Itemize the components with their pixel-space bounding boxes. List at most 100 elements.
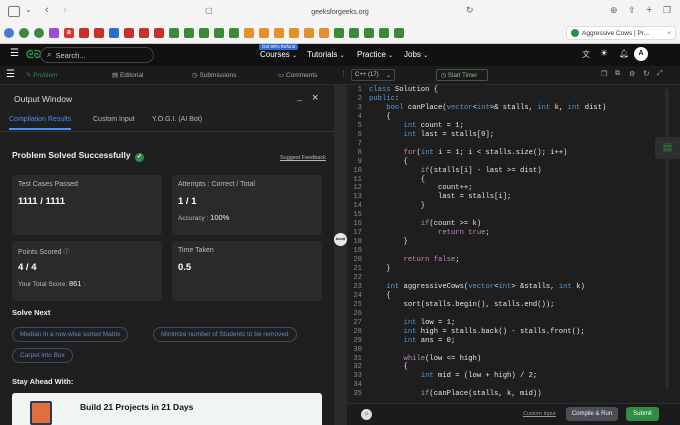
tab-favicon[interactable] — [154, 28, 164, 38]
tab-favicon[interactable] — [364, 28, 374, 38]
tab-favicon[interactable] — [199, 28, 209, 38]
tab-compilation-results[interactable]: Compilation Results — [9, 116, 72, 130]
tab-favicon[interactable] — [289, 28, 299, 38]
tab-overview-icon[interactable]: ❐ — [663, 5, 671, 16]
search-input[interactable]: Search... — [55, 51, 85, 60]
line-number: 17 — [353, 229, 362, 238]
tab-favicon[interactable] — [184, 28, 194, 38]
tab-favicon[interactable] — [229, 28, 239, 38]
editor-scrollbar[interactable] — [665, 89, 669, 389]
tab-favicon[interactable] — [79, 28, 89, 38]
expand-icon[interactable]: ⧉ — [615, 70, 620, 78]
line-number: 22 — [353, 273, 362, 282]
bell-icon[interactable]: 🔔︎ — [619, 49, 629, 58]
line-number: 26 — [353, 309, 362, 318]
minimize-icon[interactable]: _ — [297, 91, 302, 101]
suggest-feedback-link[interactable]: Suggest Feedback — [280, 155, 326, 161]
fullscreen-icon[interactable]: ⤢ — [657, 70, 663, 78]
code-editor[interactable]: 1 class Solution {2 public: 3 bool canPlace… — [347, 85, 680, 425]
start-timer-button[interactable]: ◷ Start Timer — [436, 69, 488, 81]
code-text: { — [369, 112, 391, 121]
tab-favicon[interactable] — [169, 28, 179, 38]
tab-favicon[interactable] — [274, 28, 284, 38]
code-area[interactable]: 1 class Solution {2 public: 3 bool canPlace… — [350, 86, 660, 404]
avatar[interactable]: A — [634, 47, 648, 61]
tab-favicon[interactable] — [109, 28, 119, 38]
nav-tutorials[interactable]: Tutorials ⌄ — [307, 50, 345, 59]
total-score-row: Your Total Score: 861 ↑ — [18, 279, 87, 288]
translate-icon[interactable]: 文 — [582, 49, 590, 60]
tab-favicon[interactable] — [379, 28, 389, 38]
download-icon[interactable]: ⊕ — [610, 5, 618, 16]
tab-favicon[interactable] — [304, 28, 314, 38]
reset-icon[interactable]: ↻ — [643, 69, 650, 78]
code-keyword: int — [420, 148, 434, 157]
pane-splitter[interactable]: ⟺ — [334, 85, 347, 425]
search-box[interactable]: ⌕ Search... — [40, 47, 154, 63]
code-keyword: int — [403, 336, 417, 345]
solve-next-item[interactable]: Minimize number of Students to be remove… — [153, 327, 297, 342]
tab-favicon[interactable] — [394, 28, 404, 38]
tab-favicon[interactable] — [94, 28, 104, 38]
tab-submissions[interactable]: ◷ Submissions — [192, 71, 236, 79]
code-text: while(low <= high) — [403, 354, 482, 363]
share-icon[interactable]: ⇪ — [628, 5, 636, 16]
tab-yogi[interactable]: Y.O.G.I. (AI Bot) — [152, 116, 202, 123]
tab-problem[interactable]: ✎ Problem — [26, 71, 57, 79]
code-keyword: vector — [468, 282, 495, 291]
sidebar-toggle-icon[interactable] — [8, 6, 20, 17]
hamburger-menu-icon[interactable]: ☰ — [10, 48, 19, 59]
custom-input-link[interactable]: Custom Input — [523, 411, 556, 417]
reload-icon[interactable]: ↻ — [466, 5, 474, 16]
tab-yogi-label: Y.O.G.I. (AI Bot) — [152, 116, 203, 123]
chat-icon[interactable]: ▤ — [655, 137, 680, 159]
language-select[interactable]: C++ (17) ⌄ — [351, 69, 395, 81]
active-tab[interactable]: Aggressive Cows | Pr... × — [566, 26, 676, 40]
tab-favicon[interactable] — [34, 28, 44, 38]
submit-button[interactable]: Submit — [626, 407, 659, 421]
chevron-down-icon: ⌄ — [423, 53, 429, 59]
tab-favicon[interactable]: a — [64, 28, 74, 38]
chevron-down-icon[interactable]: ⌄ — [25, 5, 32, 14]
new-tab-icon[interactable]: + — [646, 4, 652, 16]
back-icon[interactable]: ‹ — [45, 4, 49, 16]
nav-jobs[interactable]: Jobs ⌄ — [404, 50, 428, 59]
tab-favicon[interactable] — [4, 28, 14, 38]
resize-handle-icon[interactable]: ⟺ — [334, 233, 347, 246]
promo-banner[interactable]: Build 21 Projects in 21 Days — [12, 393, 322, 425]
code-keyword: int — [537, 103, 551, 112]
settings-icon[interactable]: ⚙ — [629, 70, 635, 78]
tab-favicon[interactable] — [139, 28, 149, 38]
tab-favicon[interactable] — [214, 28, 224, 38]
tab-custom-input[interactable]: Custom Input — [93, 116, 135, 123]
nav-courses-label: Courses — [260, 50, 290, 59]
theme-toggle-icon[interactable]: ☀ — [600, 48, 608, 59]
tab-favicon[interactable] — [19, 28, 29, 38]
tab-favicon[interactable] — [244, 28, 254, 38]
solve-next-item[interactable]: Median in a row-wise sorted Matrix — [12, 327, 129, 342]
forward-icon[interactable]: › — [63, 4, 67, 16]
bulb-icon[interactable]: ☼ — [361, 409, 372, 420]
tab-favicon[interactable] — [349, 28, 359, 38]
arrow-up-icon: ↑ — [83, 281, 87, 288]
solve-next-item[interactable]: Carpet into Box — [12, 348, 73, 363]
tab-favicon[interactable] — [124, 28, 134, 38]
code-text: int aggressiveCows(vector<int> &stalls, … — [386, 282, 585, 291]
test-cases-label: Test Cases Passed — [18, 181, 78, 188]
compile-run-button[interactable]: Compile & Run — [566, 407, 618, 421]
info-icon[interactable]: ⓘ — [64, 250, 70, 256]
tab-favicon[interactable] — [334, 28, 344, 38]
tab-comments[interactable]: ▭ Comments — [278, 71, 317, 79]
nav-courses[interactable]: Courses ⌄ — [260, 50, 297, 59]
menu-icon[interactable]: ☰ — [6, 69, 15, 80]
copy-icon[interactable]: ❐ — [601, 70, 607, 78]
time-label: Time Taken — [178, 247, 214, 254]
tab-favicon[interactable] — [49, 28, 59, 38]
address-bar[interactable]: geeksforgeeks.org — [200, 4, 480, 20]
close-tab-icon[interactable]: × — [667, 30, 671, 37]
tab-favicon[interactable] — [259, 28, 269, 38]
tab-favicon[interactable] — [319, 28, 329, 38]
tab-editorial[interactable]: ▤ Editorial — [112, 71, 143, 79]
close-icon[interactable]: × — [312, 92, 318, 104]
nav-practice[interactable]: Practice ⌄ — [357, 50, 393, 59]
